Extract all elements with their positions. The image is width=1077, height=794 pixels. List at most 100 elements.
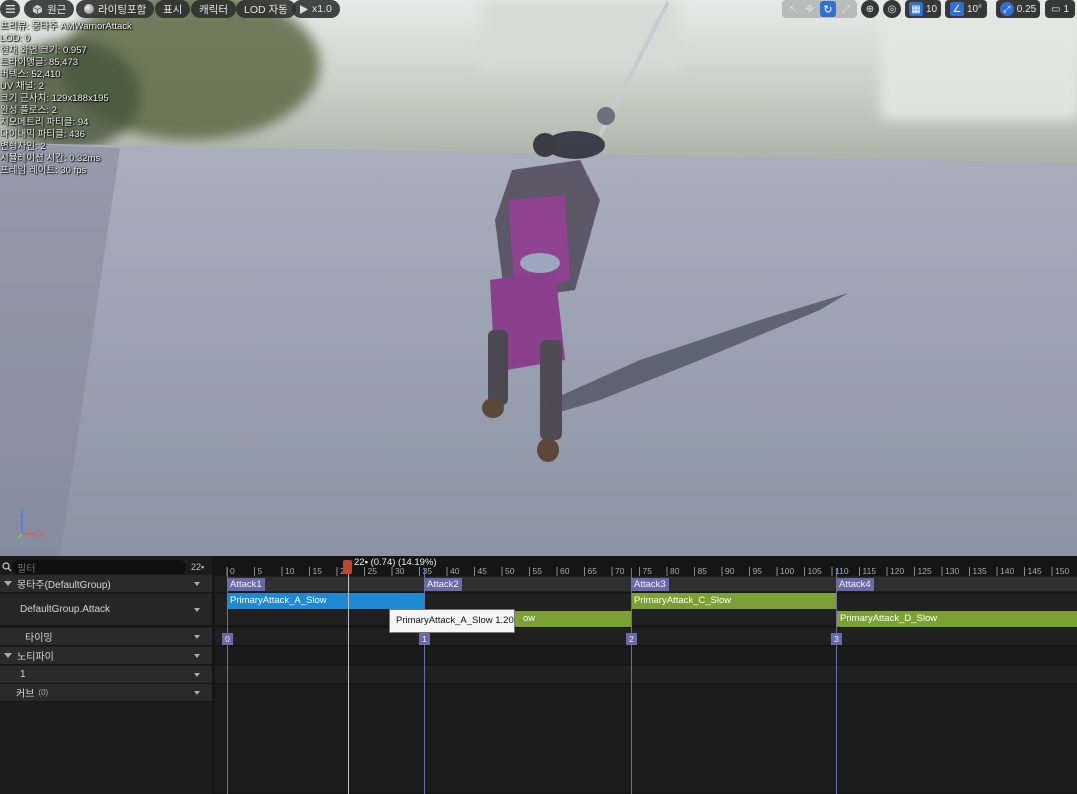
ruler-label: 95 xyxy=(753,566,763,576)
ruler-label: 0 xyxy=(230,566,235,576)
section-label[interactable]: Attack2 xyxy=(424,578,462,591)
camera-speed-value: 1 xyxy=(1063,3,1069,15)
hamburger-icon xyxy=(5,5,15,13)
ruler-label: 55 xyxy=(533,566,543,576)
stat-line: 트라이앵글: 85,473 xyxy=(0,57,79,68)
ruler-label: 15 xyxy=(313,566,323,576)
scale-snap-button[interactable]: ⤢ 0.25 xyxy=(996,0,1040,18)
chevron-down-icon[interactable] xyxy=(194,690,200,695)
timeline-area[interactable]: 0510152025303540455055606570758085909510… xyxy=(215,556,1077,794)
track-timing-label: 타이밍 xyxy=(25,633,53,644)
scrubber-line xyxy=(348,568,349,794)
ruler-label: 145 xyxy=(1028,566,1042,576)
show-label: 표시 xyxy=(163,3,183,16)
section-label[interactable]: Attack1 xyxy=(227,578,265,591)
anim-segment-c[interactable]: PrimaryAttack_C_Slow xyxy=(631,593,837,609)
track-curves-count: (0) xyxy=(38,688,49,697)
expand-arrow-icon[interactable] xyxy=(4,581,12,586)
globe-icon: ◎ xyxy=(887,3,897,15)
preview-viewport[interactable]: 원근 라이팅포함 표시 캐릭터 LOD 자동 x1.0 ↖ ✥ ↻ ⤢ ⊕ ◎ … xyxy=(0,0,1077,556)
chevron-down-icon[interactable] xyxy=(194,672,200,677)
ruler-label: 70 xyxy=(615,566,625,576)
camera-icon: ▭ xyxy=(1050,3,1061,15)
scrubber-handle[interactable] xyxy=(343,560,352,574)
track-montage-group[interactable]: 몽타주(DefaultGroup) xyxy=(0,575,212,593)
ruler-label: 90 xyxy=(725,566,735,576)
transform-tools-group: ↖ ✥ ↻ ⤢ xyxy=(782,0,857,18)
perspective-label: 원근 xyxy=(47,3,67,16)
animation-montage-editor: 원근 라이팅포함 표시 캐릭터 LOD 자동 x1.0 ↖ ✥ ↻ ⤢ ⊕ ◎ … xyxy=(0,0,1077,794)
anim-segment-d[interactable]: PrimaryAttack_D_Slow xyxy=(837,611,1077,627)
section-label[interactable]: Attack3 xyxy=(631,578,669,591)
chevron-down-icon[interactable] xyxy=(194,653,200,658)
section-index[interactable]: 1 xyxy=(419,633,430,645)
track-curves-label: 커브 xyxy=(16,689,35,700)
menu-button[interactable] xyxy=(0,0,20,18)
grid-snap-value: 10 xyxy=(925,3,938,15)
rotation-snap-button[interactable]: ∠ 10° xyxy=(945,0,987,18)
move-icon[interactable]: ✥ xyxy=(803,2,817,16)
track-notifies[interactable]: 노티파이 xyxy=(0,647,212,665)
sphere-icon xyxy=(84,4,94,14)
lane-notify-1 xyxy=(215,666,1077,684)
ruler-label: 140 xyxy=(1000,566,1014,576)
scale-icon[interactable]: ⤢ xyxy=(839,2,853,16)
chevron-down-icon[interactable] xyxy=(194,581,200,586)
lod-label: LOD 자동 xyxy=(244,3,288,16)
scale-snap-icon: ⤢ xyxy=(999,2,1014,16)
ruler-label: 115 xyxy=(863,566,877,576)
show-button[interactable]: 표시 xyxy=(155,0,191,18)
ruler-label: 80 xyxy=(670,566,680,576)
select-icon[interactable]: ↖ xyxy=(786,2,800,16)
lod-button[interactable]: LOD 자동 xyxy=(236,0,296,18)
camera-speed-button[interactable]: ▭ 1 xyxy=(1045,0,1075,18)
expand-arrow-icon[interactable] xyxy=(4,653,12,658)
stat-line: 버텍스: 52,410 xyxy=(0,69,61,80)
surface-snap-button[interactable]: ⊕ xyxy=(861,0,879,18)
stat-line: 지오메트리 파티클: 94 xyxy=(0,117,89,128)
section-index[interactable]: 3 xyxy=(831,633,842,645)
search-icon xyxy=(2,562,12,572)
filter-input[interactable]: 필터 xyxy=(12,560,186,575)
lighting-label: 라이팅포함 xyxy=(98,3,147,16)
perspective-button[interactable]: 원근 xyxy=(24,0,75,18)
frame-count: 22▪ xyxy=(191,562,205,572)
rotate-icon[interactable]: ↻ xyxy=(820,1,836,17)
lane-empty xyxy=(215,684,1077,794)
track-notify-1[interactable]: 1 xyxy=(0,666,212,684)
playback-speed-button[interactable]: x1.0 xyxy=(292,0,340,18)
ruler-label: 40 xyxy=(450,566,460,576)
track-slot[interactable]: DefaultGroup.Attack xyxy=(0,594,212,626)
track-curves[interactable]: 커브 (0) xyxy=(0,684,212,702)
ground-plane xyxy=(0,1,1077,556)
anim-segment-a[interactable]: PrimaryAttack_A_Slow xyxy=(227,593,425,609)
track-notify-1-label: 1 xyxy=(20,669,26,680)
playback-speed-label: x1.0 xyxy=(312,3,332,15)
section-label[interactable]: Attack4 xyxy=(836,578,874,591)
grid-snap-button[interactable]: ▦ 10 xyxy=(905,0,941,18)
ruler-label: 130 xyxy=(945,566,959,576)
viewport-stats: 프리뷰: 몽타주 AMWarriorAttack LOD: 0 현재 화면 크기… xyxy=(0,21,132,177)
scrubber-time-label: 22▪ (0.74) (14.19%) xyxy=(354,557,437,568)
ruler-label: 150 xyxy=(1055,566,1069,576)
character-label: 캐릭터 xyxy=(199,3,228,16)
track-slot-label: DefaultGroup.Attack xyxy=(20,604,111,615)
lighting-button[interactable]: 라이팅포함 xyxy=(76,0,155,18)
stat-line: 현재 화면 크기: 0.957 xyxy=(0,45,87,56)
track-notifies-label: 노티파이 xyxy=(17,652,54,663)
ruler-label: 100 xyxy=(780,566,794,576)
character-button[interactable]: 캐릭터 xyxy=(191,0,236,18)
lane-notifies xyxy=(215,647,1077,665)
local-global-button[interactable]: ◎ xyxy=(883,0,901,18)
cube-icon xyxy=(32,4,43,14)
ruler-label: 50 xyxy=(505,566,515,576)
ruler-label: 10 xyxy=(285,566,295,576)
chevron-down-icon[interactable] xyxy=(194,634,200,639)
axis-gizmo: Z X xyxy=(17,508,44,539)
stat-line: 프리뷰: 몽타주 AMWarriorAttack xyxy=(0,21,132,32)
track-timing[interactable]: 타이밍 xyxy=(0,628,212,646)
chevron-down-icon[interactable] xyxy=(194,607,200,612)
section-index[interactable]: 0 xyxy=(222,633,233,645)
ruler-label: 75 xyxy=(643,566,653,576)
section-index[interactable]: 2 xyxy=(626,633,637,645)
